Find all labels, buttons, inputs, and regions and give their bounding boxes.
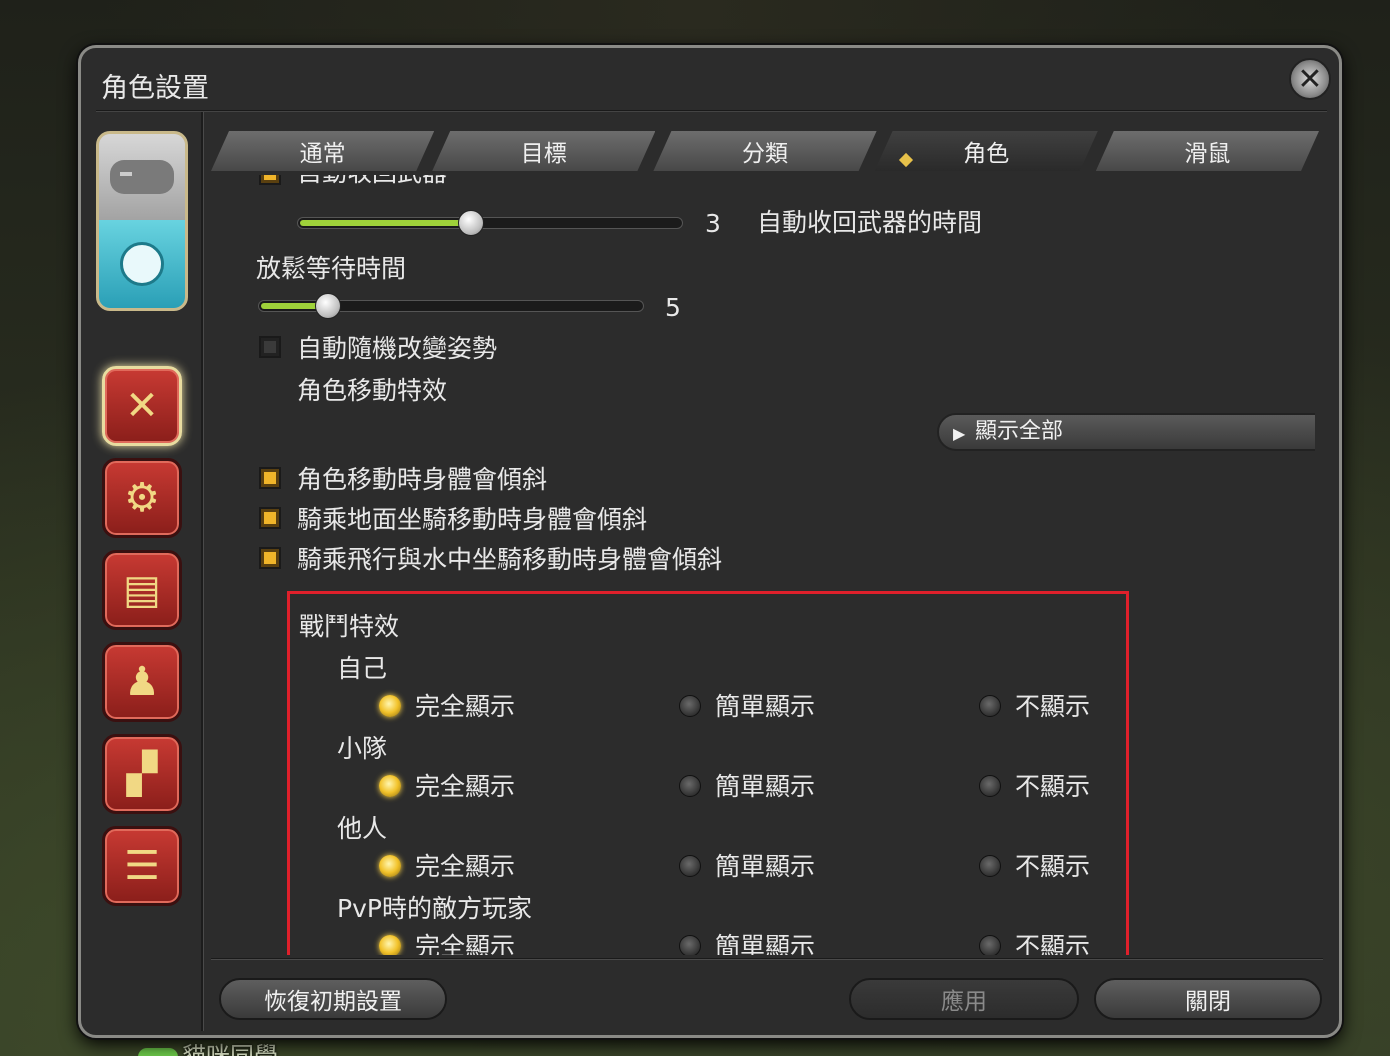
auto-sheathe-label: 自動收回武器	[297, 175, 447, 189]
settings-panel: 自動收回武器 3 自動收回武器的時間 放鬆等待時間 5 自動隨機改變姿勢 角色移…	[211, 175, 1315, 955]
battle-group-label: 自己	[337, 654, 388, 683]
gamepad-mode[interactable]	[99, 134, 185, 220]
radio-self-none[interactable]	[979, 695, 1001, 717]
radio-option-label: 不顯示	[1015, 852, 1091, 881]
slider-handle[interactable]	[457, 210, 484, 236]
radio-self-simple[interactable]	[679, 695, 701, 717]
radio-option-label: 簡單顯示	[715, 692, 816, 721]
radio-pvp-none[interactable]	[979, 935, 1001, 955]
tab-general[interactable]: 通常	[211, 131, 434, 171]
radio-others-full[interactable]	[379, 855, 401, 877]
sidebar-divider	[201, 112, 204, 1031]
tilt-walk-checkbox[interactable]	[259, 467, 281, 489]
auto-sheathe-checkbox[interactable]	[259, 175, 281, 185]
active-tab-marker	[899, 153, 913, 167]
radio-option-label: 完全顯示	[415, 932, 516, 955]
radio-option-label: 不顯示	[1015, 692, 1091, 721]
apply-button[interactable]: 應用	[849, 978, 1079, 1020]
checker-icon: ▞	[126, 751, 158, 797]
radio-option-label: 簡單顯示	[715, 932, 816, 955]
player-nameplate: 貓咪同學	[138, 1036, 278, 1056]
category-items-button[interactable]: ⚙	[102, 458, 182, 538]
radio-option-label: 完全顯示	[415, 772, 516, 801]
tab-target[interactable]: 目標	[432, 131, 655, 171]
category-profile-button[interactable]: ♟	[102, 642, 182, 722]
random-pose-label: 自動隨機改變姿勢	[297, 334, 498, 363]
radio-self-full[interactable]	[379, 695, 401, 717]
idle-time-label: 放鬆等待時間	[256, 254, 407, 283]
radio-pvp-simple[interactable]	[679, 935, 701, 955]
random-pose-checkbox[interactable]	[259, 336, 281, 358]
battle-group-label: PvP時的敵方玩家	[337, 894, 532, 923]
footer-divider	[211, 958, 1323, 960]
weapon-slider-label: 自動收回武器的時間	[757, 208, 983, 237]
mouse-icon	[120, 242, 164, 286]
window-title: 角色設置	[101, 73, 209, 104]
category-character-button[interactable]: ✕	[102, 366, 182, 446]
chat-icon: ☰	[124, 843, 160, 889]
tilt-flying-mount-checkbox[interactable]	[259, 547, 281, 569]
idle-slider-value: 5	[665, 293, 681, 322]
category-hotbar-button[interactable]: ▞	[102, 734, 182, 814]
mouse-mode[interactable]	[99, 220, 185, 308]
close-window-button[interactable]: ✕	[1289, 58, 1331, 100]
idle-time-slider[interactable]	[258, 293, 644, 319]
radio-party-full[interactable]	[379, 775, 401, 797]
radio-others-none[interactable]	[979, 855, 1001, 877]
category-chat-button[interactable]: ☰	[102, 826, 182, 906]
weapon-sheathe-slider[interactable]	[297, 210, 683, 236]
title-divider	[96, 110, 1327, 112]
close-icon: ✕	[1297, 61, 1323, 97]
category-card-button[interactable]: ▤	[102, 550, 182, 630]
card-icon: ▤	[123, 567, 161, 613]
close-button[interactable]: 關閉	[1094, 978, 1322, 1020]
move-effect-label: 角色移動特效	[297, 376, 448, 405]
tab-character[interactable]: 角色	[875, 131, 1098, 171]
battle-group-label: 他人	[337, 814, 388, 843]
radio-option-label: 不顯示	[1015, 772, 1091, 801]
battle-group-label: 小隊	[337, 734, 388, 763]
slider-handle[interactable]	[315, 293, 342, 319]
tab-mouse[interactable]: 滑鼠	[1096, 131, 1319, 171]
radio-option-label: 簡單顯示	[715, 772, 816, 801]
tab-bar: 通常 目標 分類 角色 滑鼠	[211, 131, 1317, 173]
tilt-ground-mount-label: 騎乘地面坐騎移動時身體會傾斜	[297, 505, 648, 534]
gamepad-icon	[110, 160, 174, 194]
slider-fill	[300, 220, 473, 226]
radio-party-none[interactable]	[979, 775, 1001, 797]
radio-option-label: 不顯示	[1015, 932, 1091, 955]
input-device-toggle[interactable]	[96, 131, 188, 311]
tilt-walk-label: 角色移動時身體會傾斜	[297, 465, 548, 494]
tab-category[interactable]: 分類	[653, 131, 876, 171]
character-settings-window: 角色設置 ✕ ✕ ⚙ ▤ ♟ ▞ ☰ 通常 目標 分類 角色 滑鼠 自動收回武器…	[78, 45, 1342, 1038]
arrows-cross-icon: ✕	[125, 383, 159, 429]
battle-effects-heading: 戰鬥特效	[299, 612, 400, 641]
person-icon: ♟	[124, 659, 160, 705]
radio-option-label: 簡單顯示	[715, 852, 816, 881]
leaf-icon	[138, 1048, 178, 1056]
reset-defaults-button[interactable]: 恢復初期設置	[219, 978, 447, 1020]
tilt-ground-mount-checkbox[interactable]	[259, 507, 281, 529]
play-arrow-icon: ▶	[953, 424, 966, 443]
bag-gear-icon: ⚙	[124, 475, 160, 521]
radio-others-simple[interactable]	[679, 855, 701, 877]
radio-option-label: 完全顯示	[415, 852, 516, 881]
radio-option-label: 完全顯示	[415, 692, 516, 721]
radio-party-simple[interactable]	[679, 775, 701, 797]
weapon-slider-value: 3	[705, 209, 721, 238]
radio-pvp-full[interactable]	[379, 935, 401, 955]
show-all-button[interactable]: ▶ 顯示全部	[937, 413, 1315, 451]
tilt-flying-mount-label: 騎乘飛行與水中坐騎移動時身體會傾斜	[297, 545, 723, 574]
